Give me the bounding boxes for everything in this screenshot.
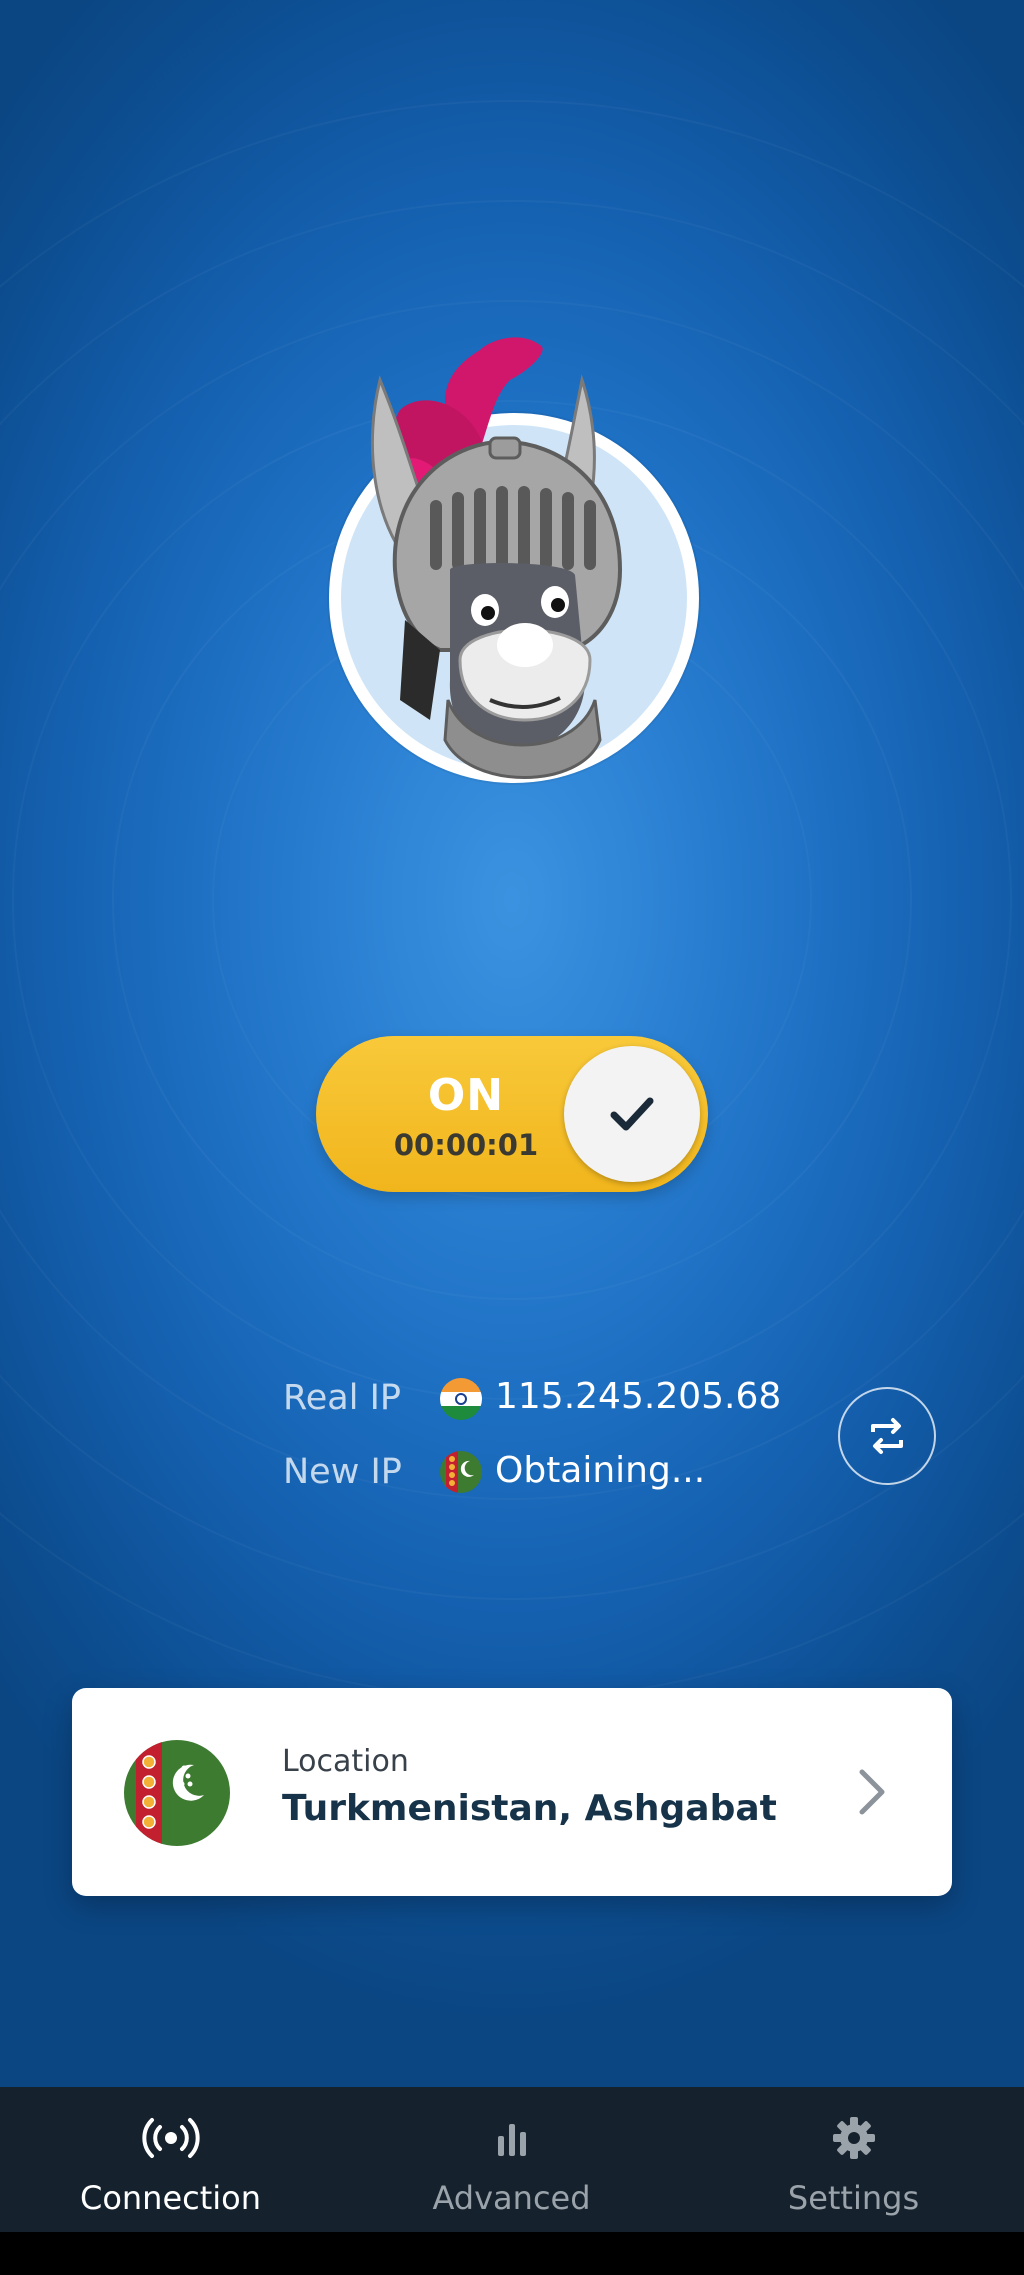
bar-chart-icon bbox=[341, 2115, 682, 2161]
india-flag-icon bbox=[440, 1378, 482, 1420]
nav-connection[interactable]: Connection bbox=[0, 2087, 341, 2232]
turkmenistan-flag-icon bbox=[440, 1451, 482, 1493]
nav-connection-label: Connection bbox=[79, 2179, 262, 2217]
checkmark-icon bbox=[610, 1097, 654, 1131]
toggle-status-label: ON bbox=[427, 1070, 505, 1121]
broadcast-icon bbox=[0, 2115, 341, 2161]
bottom-nav: Connection Advanced Settings bbox=[0, 2087, 1024, 2232]
location-label: Location bbox=[282, 1744, 409, 1779]
real-ip-label: Real IP bbox=[283, 1378, 402, 1418]
new-ip-value: Obtaining... bbox=[495, 1450, 706, 1491]
system-navigation-bar bbox=[0, 2232, 1024, 2275]
turkmenistan-flag-icon bbox=[124, 1740, 230, 1846]
gear-icon bbox=[683, 2115, 1024, 2161]
chevron-right-icon bbox=[854, 1768, 890, 1820]
vpn-toggle[interactable]: ON 00:00:01 bbox=[316, 1036, 708, 1192]
location-card[interactable]: Location Turkmenistan, Ashgabat bbox=[72, 1688, 952, 1896]
change-ip-button[interactable] bbox=[838, 1387, 936, 1485]
toggle-knob[interactable] bbox=[564, 1046, 700, 1182]
location-value: Turkmenistan, Ashgabat bbox=[282, 1788, 777, 1829]
connection-timer: 00:00:01 bbox=[393, 1128, 539, 1162]
new-ip-label: New IP bbox=[283, 1452, 402, 1492]
mascot-knight-donkey bbox=[320, 320, 720, 820]
connection-screen: ON 00:00:01 Real IP 115.245.205.68 New I… bbox=[0, 0, 1024, 2087]
nav-advanced[interactable]: Advanced bbox=[341, 2087, 682, 2232]
knight-donkey-icon bbox=[370, 337, 623, 779]
nav-settings[interactable]: Settings bbox=[683, 2087, 1024, 2232]
refresh-swap-icon bbox=[871, 1418, 903, 1454]
nav-settings-label: Settings bbox=[787, 2179, 920, 2217]
nav-advanced-label: Advanced bbox=[432, 2179, 591, 2217]
real-ip-value: 115.245.205.68 bbox=[495, 1376, 782, 1417]
